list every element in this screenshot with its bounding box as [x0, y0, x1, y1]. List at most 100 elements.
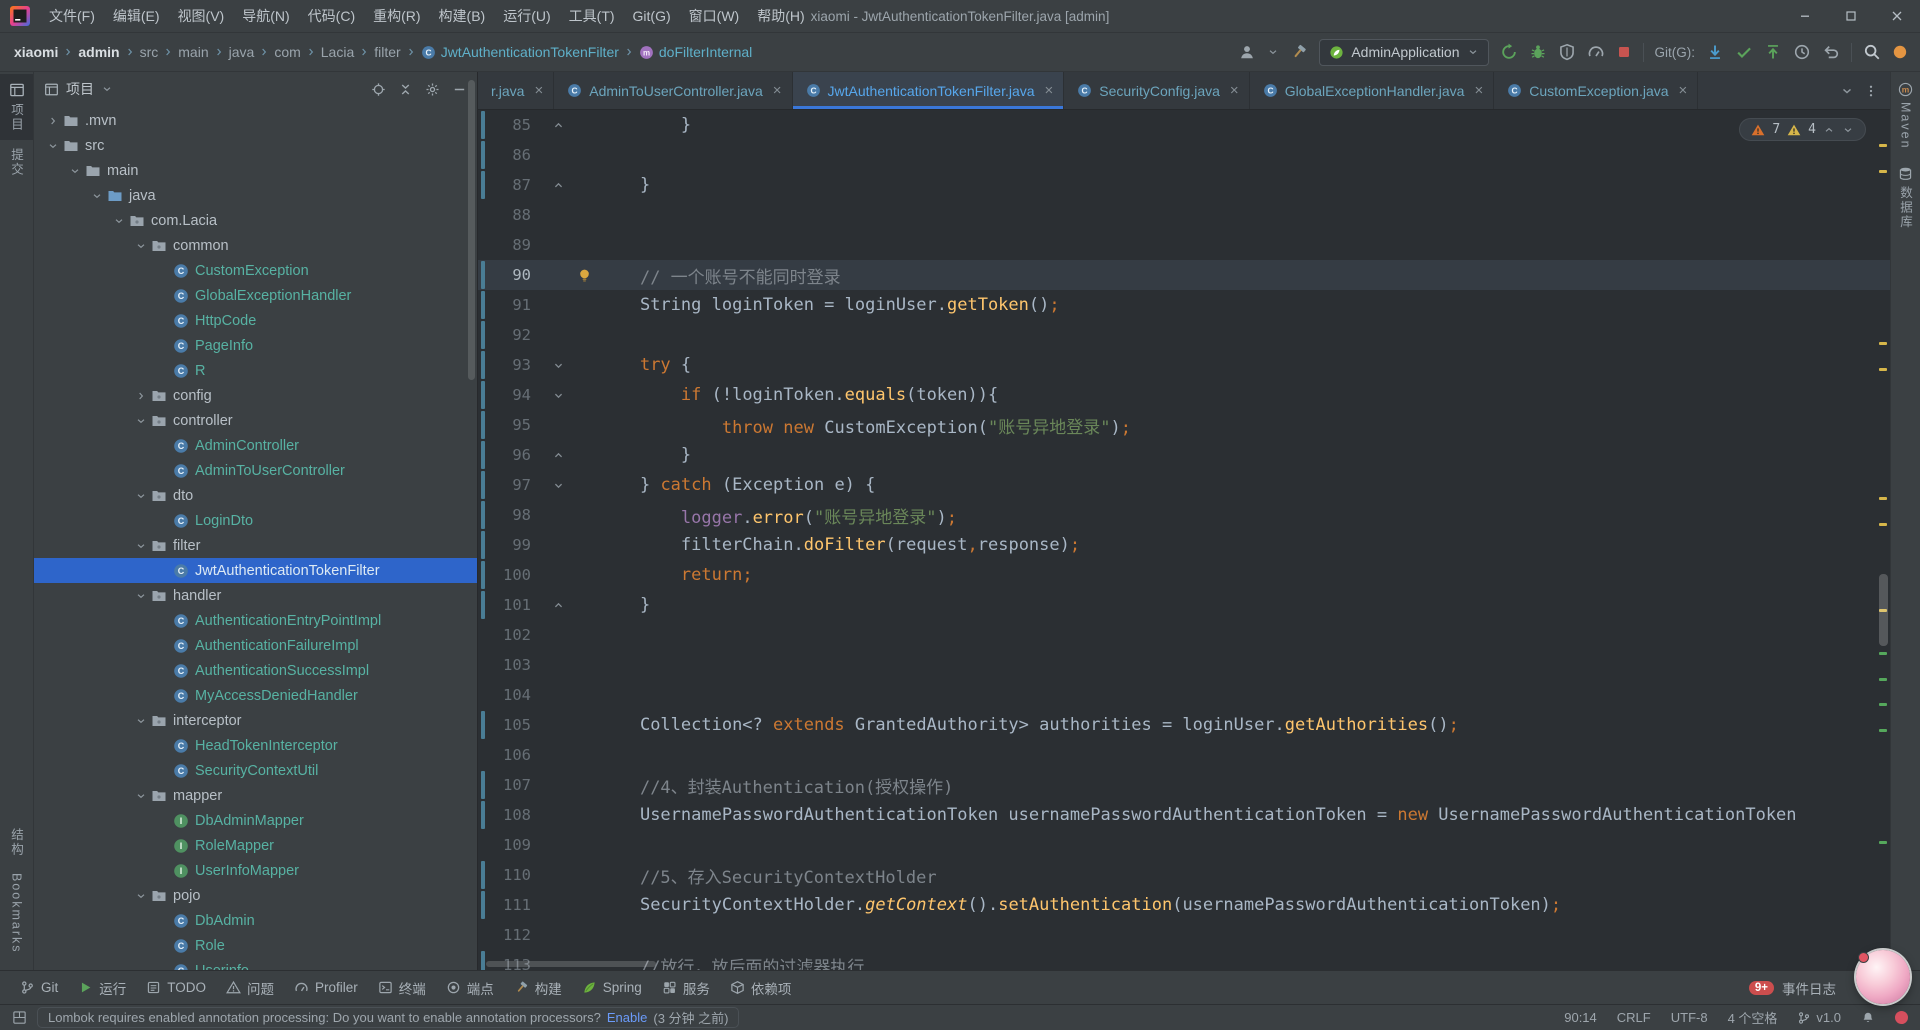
more-options-icon[interactable] — [1864, 84, 1878, 98]
git-update-icon[interactable] — [1706, 43, 1724, 61]
hidden-tabs-icon[interactable] — [1840, 84, 1854, 98]
line-number[interactable]: 111 — [485, 896, 547, 914]
status-message[interactable]: Lombok requires enabled annotation proce… — [37, 1007, 740, 1028]
code-line[interactable]: 96 } — [478, 440, 1890, 470]
minimize-button[interactable] — [1782, 0, 1828, 32]
chevron-down-icon[interactable] — [130, 240, 151, 252]
notifications-icon[interactable] — [1861, 1011, 1875, 1025]
tool-button-play[interactable]: 运行 — [68, 971, 136, 1004]
breadcrumb-item[interactable]: admin — [76, 44, 121, 60]
enable-link[interactable]: Enable — [607, 1010, 647, 1025]
tool-button-todo[interactable]: TODO — [136, 971, 216, 1004]
chevron-down-icon[interactable] — [130, 490, 151, 502]
tool-button-commit[interactable]: 提交 — [0, 140, 33, 185]
tree-row[interactable]: C AuthenticationFailureImpl — [34, 633, 477, 658]
code-line[interactable]: 95 throw new CustomException("账号异地登录"); — [478, 410, 1890, 440]
floating-avatar[interactable] — [1856, 950, 1910, 1004]
chevron-down-icon[interactable] — [130, 540, 151, 552]
code-line[interactable]: 104 — [478, 680, 1890, 710]
tool-button-leaf[interactable]: Spring — [572, 971, 652, 1004]
breadcrumb-item[interactable]: xiaomi — [12, 44, 60, 60]
close-icon[interactable]: × — [1230, 83, 1239, 98]
line-number[interactable]: 95 — [485, 416, 547, 434]
close-button[interactable] — [1874, 0, 1920, 32]
editor-tab[interactable]: r.java × — [478, 72, 555, 109]
line-number[interactable]: 96 — [485, 446, 547, 464]
tree-row[interactable]: mapper — [34, 783, 477, 808]
inspection-widget[interactable]: 7 4 — [1739, 118, 1866, 141]
tree-row[interactable]: C MyAccessDeniedHandler — [34, 683, 477, 708]
hide-panel-icon[interactable] — [452, 82, 467, 97]
tool-button-bookmarks[interactable]: Bookmarks — [0, 865, 33, 962]
line-number[interactable]: 107 — [485, 776, 547, 794]
editor-tab[interactable]: C CustomException.java × — [1494, 72, 1699, 109]
breadcrumb-item[interactable]: src — [138, 44, 161, 60]
breadcrumb-item[interactable]: filter — [372, 44, 402, 60]
menu-item[interactable]: 重构(R) — [364, 0, 429, 32]
code-line[interactable]: 87 } — [478, 170, 1890, 200]
tree-row[interactable]: C DbAdmin — [34, 908, 477, 933]
tree-row[interactable]: C Role — [34, 933, 477, 958]
tree-row[interactable]: .mvn — [34, 108, 477, 133]
tool-button-branch[interactable]: Git — [10, 971, 68, 1004]
previous-issue-icon[interactable] — [1823, 124, 1835, 136]
code-line[interactable]: 99 filterChain.doFilter(request,response… — [478, 530, 1890, 560]
breadcrumb-method-item[interactable]: m doFilterInternal — [637, 44, 754, 60]
tree-row[interactable]: main — [34, 158, 477, 183]
tree-row[interactable]: filter — [34, 533, 477, 558]
code-line[interactable]: 103 — [478, 650, 1890, 680]
tree-row[interactable]: interceptor — [34, 708, 477, 733]
tree-row[interactable]: C GlobalExceptionHandler — [34, 283, 477, 308]
caret-position[interactable]: 90:14 — [1564, 1010, 1597, 1025]
close-icon[interactable]: × — [534, 83, 543, 98]
chevron-right-icon[interactable] — [130, 390, 151, 402]
tree-row[interactable]: C Userinfo — [34, 958, 477, 970]
fold-marker-icon[interactable] — [547, 450, 569, 461]
indent-style[interactable]: 4 个空格 — [1728, 1008, 1778, 1027]
fold-marker-icon[interactable] — [547, 480, 569, 491]
line-number[interactable]: 94 — [485, 386, 547, 404]
tree-row[interactable]: pojo — [34, 883, 477, 908]
line-number[interactable]: 110 — [485, 866, 547, 884]
tool-button-gauge[interactable]: Profiler — [284, 971, 368, 1004]
line-number[interactable]: 105 — [485, 716, 547, 734]
code-line[interactable]: 102 — [478, 620, 1890, 650]
code-line[interactable]: 97 } catch (Exception e) { — [478, 470, 1890, 500]
tree-row[interactable]: C SecurityContextUtil — [34, 758, 477, 783]
code-line[interactable]: 93 try { — [478, 350, 1890, 380]
breadcrumb-item[interactable]: com — [272, 44, 302, 60]
error-stripe[interactable] — [1876, 110, 1890, 970]
code-line[interactable]: 86 — [478, 140, 1890, 170]
run-button-icon[interactable] — [1500, 43, 1518, 61]
chevron-down-icon[interactable] — [64, 165, 85, 177]
line-number[interactable]: 106 — [485, 746, 547, 764]
menu-item[interactable]: 构建(B) — [430, 0, 495, 32]
tool-button-structure[interactable]: 结构 — [0, 820, 33, 865]
code-line[interactable]: 92 — [478, 320, 1890, 350]
code-line[interactable]: 98 logger.error("账号异地登录"); — [478, 500, 1890, 530]
tree-scrollbar[interactable] — [468, 80, 475, 380]
breadcrumb-item[interactable]: java — [227, 44, 257, 60]
code-line[interactable]: 101 } — [478, 590, 1890, 620]
line-number[interactable]: 104 — [485, 686, 547, 704]
tree-row[interactable]: dto — [34, 483, 477, 508]
build-hammer-icon[interactable] — [1290, 43, 1308, 61]
line-number[interactable]: 92 — [485, 326, 547, 344]
chevron-down-icon[interactable] — [86, 190, 107, 202]
editor-tab[interactable]: C JwtAuthenticationTokenFilter.java × — [792, 72, 1065, 109]
code-line[interactable]: 107 //4、封装Authentication(授权操作) — [478, 770, 1890, 800]
tree-row[interactable]: C JwtAuthenticationTokenFilter — [34, 558, 477, 583]
tree-row[interactable]: C PageInfo — [34, 333, 477, 358]
menu-item[interactable]: 工具(T) — [560, 0, 624, 32]
tree-row[interactable]: C AuthenticationEntryPointImpl — [34, 608, 477, 633]
fold-marker-icon[interactable] — [547, 180, 569, 191]
collapse-all-icon[interactable] — [398, 82, 413, 97]
tree-row[interactable]: I UserInfoMapper — [34, 858, 477, 883]
tree-row[interactable]: C HeadTokenInterceptor — [34, 733, 477, 758]
line-number[interactable]: 85 — [485, 116, 547, 134]
tree-row[interactable]: I DbAdminMapper — [34, 808, 477, 833]
chevron-down-icon[interactable] — [1267, 46, 1279, 58]
chevron-down-icon[interactable] — [108, 215, 129, 227]
debug-button-icon[interactable] — [1529, 43, 1547, 61]
tool-button-hammer[interactable]: 构建 — [504, 971, 572, 1004]
